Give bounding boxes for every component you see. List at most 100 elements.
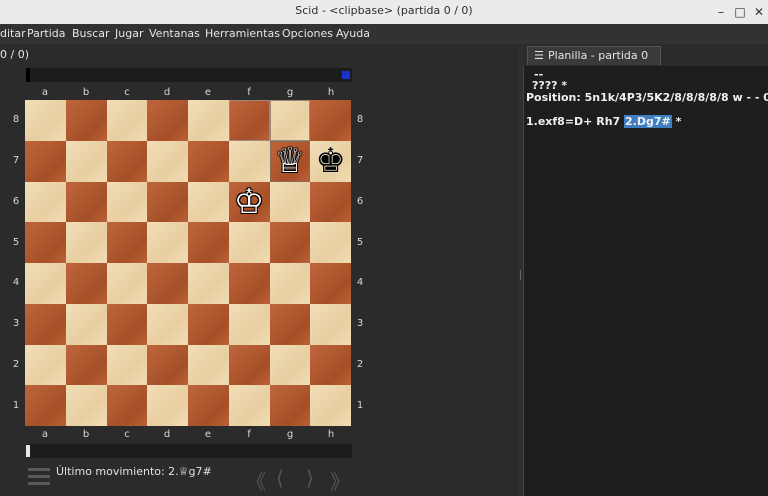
square-h5[interactable] bbox=[310, 222, 351, 263]
last-move-icon[interactable]: 》 bbox=[330, 466, 350, 495]
square-a8[interactable] bbox=[25, 100, 66, 141]
menu-partida[interactable]: Partida bbox=[27, 27, 66, 40]
menu-ventanas[interactable]: Ventanas bbox=[149, 27, 200, 40]
square-d8[interactable] bbox=[147, 100, 188, 141]
square-f5[interactable] bbox=[228, 222, 270, 263]
menu-herramientas[interactable]: Herramientas bbox=[205, 27, 280, 40]
tab-planilla[interactable]: ☰ Planilla - partida 0 bbox=[527, 46, 661, 65]
square-g2[interactable] bbox=[269, 344, 311, 386]
square-c2[interactable] bbox=[106, 344, 148, 386]
square-c6[interactable] bbox=[106, 181, 148, 223]
square-h6[interactable] bbox=[310, 181, 351, 223]
square-h3[interactable] bbox=[310, 303, 351, 345]
pgn-move[interactable]: 1.exf8=D+ Rh7 bbox=[526, 115, 620, 128]
list-icon: ☰ bbox=[534, 49, 544, 62]
last-move-label: Último movimiento: 2.♕g7# bbox=[56, 465, 212, 478]
rank-label: 4 bbox=[12, 277, 20, 288]
square-c1[interactable] bbox=[106, 385, 148, 426]
square-a2[interactable] bbox=[25, 344, 66, 386]
rank-label: 3 bbox=[12, 318, 20, 329]
square-c8[interactable] bbox=[106, 100, 148, 141]
square-e1[interactable] bbox=[188, 385, 229, 426]
chess-board[interactable]: ♕ ♚ ♔ bbox=[25, 100, 351, 426]
file-label: a bbox=[41, 429, 49, 440]
square-h4[interactable] bbox=[310, 263, 351, 304]
square-d2[interactable] bbox=[147, 344, 188, 386]
next-move-icon[interactable]: ⟩ bbox=[306, 466, 314, 490]
square-g1[interactable] bbox=[269, 385, 311, 426]
square-g5[interactable] bbox=[269, 222, 311, 263]
prev-move-icon[interactable]: ⟨ bbox=[276, 466, 284, 490]
square-g6[interactable] bbox=[269, 181, 311, 223]
square-f7[interactable] bbox=[228, 140, 270, 182]
square-h2[interactable] bbox=[310, 344, 351, 386]
square-e6[interactable] bbox=[188, 181, 229, 223]
square-e5[interactable] bbox=[188, 222, 229, 263]
square-d5[interactable] bbox=[147, 222, 188, 263]
square-b6[interactable] bbox=[65, 181, 107, 223]
square-c4[interactable] bbox=[106, 263, 148, 304]
square-d3[interactable] bbox=[147, 303, 188, 345]
square-g3[interactable] bbox=[269, 303, 311, 345]
square-b5[interactable] bbox=[65, 222, 107, 263]
menu-editar[interactable]: ditar bbox=[0, 27, 26, 40]
square-h1[interactable] bbox=[310, 385, 351, 426]
menu-opciones[interactable]: Opciones bbox=[282, 27, 333, 40]
square-g8[interactable] bbox=[269, 100, 311, 141]
first-move-icon[interactable]: 《 bbox=[246, 466, 266, 495]
square-a5[interactable] bbox=[25, 222, 66, 263]
menu-jugar[interactable]: Jugar bbox=[115, 27, 143, 40]
file-label: c bbox=[124, 429, 130, 440]
pgn-current-move[interactable]: 2.Dg7# bbox=[624, 115, 672, 128]
side-to-move-bar bbox=[26, 68, 352, 82]
square-a4[interactable] bbox=[25, 263, 66, 304]
black-king-icon[interactable]: ♚ bbox=[310, 141, 351, 182]
square-f1[interactable] bbox=[228, 385, 270, 426]
game-tab[interactable]: 0 / 0) bbox=[0, 44, 30, 66]
square-e7[interactable] bbox=[188, 140, 229, 182]
square-f8[interactable] bbox=[228, 100, 270, 141]
square-g4[interactable] bbox=[269, 263, 311, 304]
square-a7[interactable] bbox=[25, 140, 66, 182]
square-b3[interactable] bbox=[65, 303, 107, 345]
square-c7[interactable] bbox=[106, 140, 148, 182]
square-c3[interactable] bbox=[106, 303, 148, 345]
file-label: d bbox=[163, 429, 171, 440]
menu-buscar[interactable]: Buscar bbox=[72, 27, 110, 40]
square-d4[interactable] bbox=[147, 263, 188, 304]
menu-ayuda[interactable]: Ayuda bbox=[336, 27, 370, 40]
square-f2[interactable] bbox=[228, 344, 270, 386]
square-b1[interactable] bbox=[65, 385, 107, 426]
square-b7[interactable] bbox=[65, 140, 107, 182]
square-f3[interactable] bbox=[228, 303, 270, 345]
square-d6[interactable] bbox=[147, 181, 188, 223]
rank-label: 4 bbox=[356, 277, 364, 288]
square-a6[interactable] bbox=[25, 181, 66, 223]
square-a1[interactable] bbox=[25, 385, 66, 426]
square-b8[interactable] bbox=[65, 100, 107, 141]
white-king-icon[interactable]: ♔ bbox=[229, 182, 270, 223]
menu-icon[interactable] bbox=[28, 468, 50, 488]
square-e3[interactable] bbox=[188, 303, 229, 345]
square-e4[interactable] bbox=[188, 263, 229, 304]
file-label: e bbox=[204, 429, 212, 440]
rank-label: 6 bbox=[12, 196, 20, 207]
square-c5[interactable] bbox=[106, 222, 148, 263]
file-label: f bbox=[247, 429, 251, 440]
square-a3[interactable] bbox=[25, 303, 66, 345]
minimize-button[interactable]: – bbox=[712, 3, 730, 21]
window-title: Scid - <clipbase> (partida 0 / 0) bbox=[295, 4, 473, 17]
close-button[interactable]: ✕ bbox=[750, 3, 768, 21]
file-label: e bbox=[204, 87, 212, 98]
square-b4[interactable] bbox=[65, 263, 107, 304]
rank-label: 7 bbox=[12, 155, 20, 166]
square-h8[interactable] bbox=[310, 100, 351, 141]
square-f4[interactable] bbox=[228, 263, 270, 304]
white-queen-icon[interactable]: ♕ bbox=[270, 141, 311, 182]
square-e8[interactable] bbox=[188, 100, 229, 141]
square-b2[interactable] bbox=[65, 344, 107, 386]
maximize-button[interactable]: □ bbox=[731, 3, 749, 21]
square-d1[interactable] bbox=[147, 385, 188, 426]
square-d7[interactable] bbox=[147, 140, 188, 182]
square-e2[interactable] bbox=[188, 344, 229, 386]
